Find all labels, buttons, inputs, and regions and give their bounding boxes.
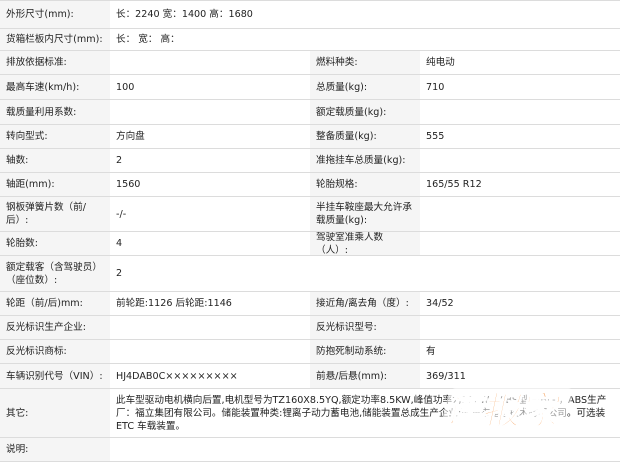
spec-value: 4 <box>110 232 310 255</box>
watermark-logo: 谍报家 <box>440 388 573 435</box>
spec-value <box>420 100 620 124</box>
spec-label: 整备质量(kg): <box>310 125 420 148</box>
spec-row: 最高车速(km/h): 100 总质量(kg): 710 <box>0 75 620 100</box>
spec-label: 额定载质量(kg): <box>310 100 420 124</box>
spec-label: 车辆识别代号（VIN）: <box>0 364 110 388</box>
watermark-text: 谍报家 <box>442 389 566 434</box>
spec-value <box>420 316 620 339</box>
spec-row: 排放依据标准: 燃料种类: 纯电动 <box>0 51 620 75</box>
spec-label: 轴距(mm): <box>0 173 110 196</box>
spec-label: 轴数: <box>0 149 110 172</box>
spec-row: 轮胎数: 4 驾驶室准乘人数（人）: <box>0 232 620 256</box>
spec-label: 货箱栏板内尺寸(mm): <box>0 29 110 50</box>
spec-label: 反光标识型号: <box>310 316 420 339</box>
spec-label: 燃料种类: <box>310 51 420 74</box>
spec-label: 说明: <box>0 438 110 461</box>
spec-label: 反光标识商标: <box>0 340 110 363</box>
spec-value <box>110 51 310 74</box>
spec-value: 555 <box>420 125 620 148</box>
spec-label: 驾驶室准乘人数（人）: <box>310 232 420 255</box>
spec-label: 其它: <box>0 389 110 437</box>
spec-label: 防抱死制动系统: <box>310 340 420 363</box>
spec-row: 载质量利用系数: 额定载质量(kg): <box>0 100 620 125</box>
spec-row: 反光标识商标: 防抱死制动系统: 有 <box>0 340 620 364</box>
spec-value <box>110 438 620 461</box>
spec-label: 载质量利用系数: <box>0 100 110 124</box>
spec-value: 2 <box>110 256 620 291</box>
spec-value: 方向盘 <box>110 125 310 148</box>
spec-value <box>420 149 620 172</box>
spec-row: 钢板弹簧片数（前/后）: -/- 半挂车鞍座最大允许承载质量(kg): <box>0 197 620 232</box>
spec-row: 轴数: 2 准拖挂车总质量(kg): <box>0 149 620 173</box>
spec-label: 接近角/离去角（度）: <box>310 292 420 315</box>
spec-label: 总质量(kg): <box>310 75 420 99</box>
spec-value <box>420 232 620 255</box>
spec-value: 34/52 <box>420 292 620 315</box>
spec-value: 纯电动 <box>420 51 620 74</box>
spec-label: 准拖挂车总质量(kg): <box>310 149 420 172</box>
spec-value: 1560 <box>110 173 310 196</box>
spec-value <box>110 340 310 363</box>
spec-value: 有 <box>420 340 620 363</box>
spec-label: 排放依据标准: <box>0 51 110 74</box>
spec-value: 2 <box>110 149 310 172</box>
spec-row: 货箱栏板内尺寸(mm): 长： 宽： 高： <box>0 29 620 51</box>
spec-row: 说明: <box>0 438 620 462</box>
spec-value: HJ4DAB0C××××××××× <box>110 364 310 388</box>
spec-label: 反光标识生产企业: <box>0 316 110 339</box>
spec-label: 半挂车鞍座最大允许承载质量(kg): <box>310 197 420 231</box>
spec-label: 额定载客（含驾驶员）（座位数）: <box>0 256 110 291</box>
spec-label: 轮胎数: <box>0 232 110 255</box>
spec-value <box>420 197 620 231</box>
spec-value: 710 <box>420 75 620 99</box>
spec-label: 前悬/后悬(mm): <box>310 364 420 388</box>
spec-label: 轮距（前/后)mm: <box>0 292 110 315</box>
spec-value: 前轮距:1126 后轮距:1146 <box>110 292 310 315</box>
spec-label: 转向型式: <box>0 125 110 148</box>
spec-label: 轮胎规格: <box>310 173 420 196</box>
spec-row: 轮距（前/后)mm: 前轮距:1126 后轮距:1146 接近角/离去角（度）:… <box>0 292 620 316</box>
spec-value: 100 <box>110 75 310 99</box>
spec-value: 165/55 R12 <box>420 173 620 196</box>
spec-row: 轴距(mm): 1560 轮胎规格: 165/55 R12 <box>0 173 620 197</box>
spec-value: 长： 宽： 高： <box>110 29 620 50</box>
spec-row: 反光标识生产企业: 反光标识型号: <box>0 316 620 340</box>
spec-value <box>110 100 310 124</box>
spec-label: 外形尺寸(mm): <box>0 1 110 28</box>
spec-value: -/- <box>110 197 310 231</box>
spec-value: 长：2240 宽：1400 高：1680 <box>110 1 620 28</box>
spec-label: 最高车速(km/h): <box>0 75 110 99</box>
spec-row: 额定载客（含驾驶员）（座位数）: 2 <box>0 256 620 292</box>
spec-row: 外形尺寸(mm): 长：2240 宽：1400 高：1680 <box>0 0 620 29</box>
spec-value <box>110 316 310 339</box>
spec-label: 钢板弹簧片数（前/后）: <box>0 197 110 231</box>
spec-row: 转向型式: 方向盘 整备质量(kg): 555 <box>0 125 620 149</box>
